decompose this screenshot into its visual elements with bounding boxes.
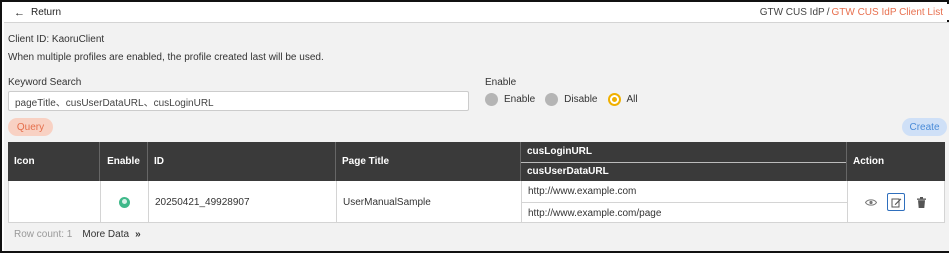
- client-id-text: Client ID: KaoruClient: [8, 34, 105, 45]
- keyword-search-input[interactable]: [8, 91, 469, 111]
- header-url-group: cusLoginURL cusUserDataURL: [521, 142, 847, 181]
- client-table: Icon Enable ID Page Title cusLoginURL cu…: [8, 142, 945, 223]
- cell-user-data-url: http://www.example.com/page: [522, 202, 847, 223]
- cell-enable: [101, 181, 149, 223]
- profile-note: When multiple profiles are enabled, the …: [8, 52, 324, 63]
- radio-label-all: All: [626, 93, 638, 105]
- app-window: ← Return GTW CUS IdP / GTW CUS IdP Client …: [0, 0, 949, 253]
- breadcrumb-parent[interactable]: GTW CUS IdP: [760, 7, 825, 18]
- radio-label-disable: Disable: [564, 93, 598, 105]
- breadcrumb-current: GTW CUS IdP Client List: [831, 7, 943, 18]
- create-button[interactable]: Create: [902, 118, 947, 136]
- return-label: Return: [31, 7, 62, 18]
- enable-radio-all[interactable]: All: [607, 92, 638, 106]
- top-bar: ← Return GTW CUS IdP / GTW CUS IdP Client …: [4, 4, 949, 20]
- radio-unselected-icon: [485, 92, 498, 106]
- header-enable: Enable: [100, 142, 148, 181]
- cell-url-group: http://www.example.com http://www.exampl…: [522, 181, 848, 223]
- table-footer: Row count: 1 More Data »: [8, 226, 141, 242]
- more-data-button[interactable]: More Data »: [82, 229, 140, 240]
- enable-filter-label: Enable: [485, 77, 517, 88]
- enable-radio-disable[interactable]: Disable: [545, 92, 598, 106]
- cell-icon: [9, 181, 101, 223]
- cell-id: 20250421_49928907: [149, 181, 337, 223]
- enable-filter-group: Enable Disable All: [485, 91, 648, 107]
- edit-icon[interactable]: [887, 193, 905, 211]
- cell-page-title: UserManualSample: [337, 181, 522, 223]
- breadcrumb-separator: /: [826, 7, 830, 18]
- trash-icon[interactable]: [913, 194, 929, 210]
- radio-selected-icon: [607, 92, 621, 106]
- main-panel: Client ID: KaoruClient When multiple pro…: [4, 22, 949, 251]
- cell-actions: [848, 181, 944, 223]
- header-icon: Icon: [8, 142, 100, 181]
- double-chevron-right-icon: »: [135, 228, 141, 240]
- header-id: ID: [148, 142, 336, 181]
- header-action: Action: [853, 156, 885, 167]
- row-actions: [863, 193, 929, 211]
- eye-icon[interactable]: [863, 194, 879, 210]
- table-header: Icon Enable ID Page Title cusLoginURL cu…: [8, 142, 945, 181]
- query-button[interactable]: Query: [8, 118, 53, 136]
- radio-label-enable: Enable: [504, 93, 536, 105]
- keyword-search-label: Keyword Search: [8, 77, 82, 88]
- header-page-title: Page Title: [336, 142, 521, 181]
- cell-login-url: http://www.example.com: [528, 186, 637, 197]
- breadcrumb: GTW CUS IdP / GTW CUS IdP Client List: [760, 7, 943, 18]
- table-row: 20250421_49928907 UserManualSample http:…: [8, 181, 945, 223]
- arrow-left-icon: ←: [14, 6, 25, 19]
- more-data-label: More Data: [82, 228, 130, 240]
- row-count: Row count: 1: [14, 228, 73, 240]
- enabled-status-icon: [119, 196, 130, 208]
- header-login-url: cusLoginURL: [527, 146, 592, 158]
- enable-radio-enable[interactable]: Enable: [485, 92, 536, 106]
- header-user-data-url: cusUserDataURL: [521, 161, 846, 182]
- return-button[interactable]: ← Return: [14, 7, 61, 18]
- radio-unselected-icon: [545, 92, 559, 106]
